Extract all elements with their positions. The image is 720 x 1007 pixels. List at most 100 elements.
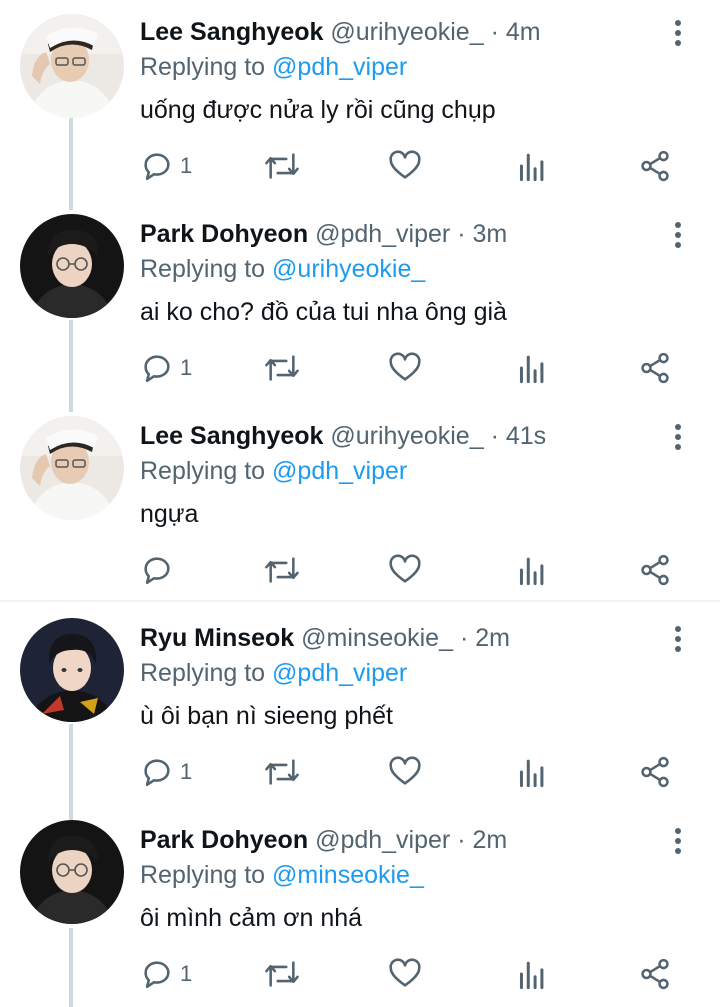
user-handle[interactable]: @urihyeokie_ bbox=[330, 422, 483, 450]
more-options-button[interactable] bbox=[666, 622, 690, 656]
share-button[interactable] bbox=[638, 752, 672, 792]
share-button[interactable] bbox=[638, 146, 672, 186]
analytics-icon bbox=[519, 759, 544, 788]
reply-icon bbox=[144, 961, 170, 989]
analytics-button[interactable] bbox=[516, 348, 546, 388]
separator: · bbox=[490, 422, 499, 450]
avatar[interactable] bbox=[20, 416, 124, 520]
reply-button[interactable]: 1 bbox=[140, 954, 192, 994]
tweet[interactable]: Park Dohyeon @pdh_viper · 3m Replying to… bbox=[0, 202, 720, 402]
retweet-icon bbox=[265, 153, 299, 179]
tweet[interactable]: Ryu Minseok @minseokie_ · 2m Replying to… bbox=[0, 606, 720, 806]
more-options-button[interactable] bbox=[666, 218, 690, 252]
display-name[interactable]: Ryu Minseok bbox=[140, 624, 294, 652]
tweet[interactable]: Lee Sanghyeok @urihyeokie_ · 41s Replyin… bbox=[0, 404, 720, 600]
more-options-button[interactable] bbox=[666, 16, 690, 50]
tweet-header: Lee Sanghyeok @urihyeokie_ · 41s bbox=[140, 418, 546, 454]
like-button[interactable] bbox=[388, 954, 422, 994]
timestamp[interactable]: 4m bbox=[506, 18, 541, 46]
more-vertical-icon bbox=[675, 424, 681, 450]
heart-icon bbox=[389, 352, 421, 381]
separator: · bbox=[457, 220, 466, 248]
retweet-button[interactable] bbox=[262, 348, 302, 388]
mention-link[interactable]: @urihyeokie_ bbox=[272, 255, 425, 283]
separator: · bbox=[490, 18, 499, 46]
like-button[interactable] bbox=[388, 348, 422, 388]
share-button[interactable] bbox=[638, 954, 672, 994]
tweet[interactable]: Lee Sanghyeok @urihyeokie_ · 4m Replying… bbox=[0, 0, 720, 200]
timestamp[interactable]: 2m bbox=[475, 624, 510, 652]
separator: · bbox=[457, 826, 466, 854]
more-vertical-icon bbox=[675, 828, 681, 854]
tweet[interactable]: Park Dohyeon @pdh_viper · 2m Replying to… bbox=[0, 808, 720, 1007]
analytics-icon bbox=[519, 961, 544, 990]
tweet-text: ai ko cho? đồ của tui nha ông già bbox=[140, 298, 507, 326]
timestamp[interactable]: 3m bbox=[472, 220, 507, 248]
display-name[interactable]: Park Dohyeon bbox=[140, 220, 308, 248]
retweet-button[interactable] bbox=[262, 752, 302, 792]
mention-link[interactable]: @minseokie_ bbox=[272, 861, 424, 889]
analytics-button[interactable] bbox=[516, 550, 546, 590]
replying-to-label: Replying to bbox=[140, 255, 266, 283]
replying-to: Replying to @pdh_viper bbox=[140, 50, 407, 84]
tweet-header: Lee Sanghyeok @urihyeokie_ · 4m bbox=[140, 14, 541, 50]
tweet-header: Ryu Minseok @minseokie_ · 2m bbox=[140, 620, 510, 656]
reply-icon bbox=[144, 759, 170, 787]
avatar[interactable] bbox=[20, 14, 124, 118]
reply-count: 1 bbox=[180, 961, 193, 986]
heart-icon bbox=[389, 150, 421, 179]
avatar-photo bbox=[20, 618, 124, 722]
share-button[interactable] bbox=[638, 348, 672, 388]
mention-link[interactable]: @pdh_viper bbox=[272, 659, 407, 687]
tweet-text: ngựa bbox=[140, 500, 199, 528]
avatar[interactable] bbox=[20, 618, 124, 722]
user-handle[interactable]: @urihyeokie_ bbox=[330, 18, 483, 46]
more-options-button[interactable] bbox=[666, 824, 690, 858]
like-button[interactable] bbox=[388, 752, 422, 792]
analytics-button[interactable] bbox=[516, 752, 546, 792]
user-handle[interactable]: @pdh_viper bbox=[315, 220, 450, 248]
mention-link[interactable]: @pdh_viper bbox=[272, 53, 407, 81]
retweet-icon bbox=[265, 961, 299, 987]
like-button[interactable] bbox=[388, 146, 422, 186]
like-button[interactable] bbox=[388, 550, 422, 590]
reply-count: 1 bbox=[180, 153, 193, 178]
analytics-icon bbox=[519, 557, 544, 586]
reply-button[interactable]: 1 bbox=[140, 752, 192, 792]
display-name[interactable]: Lee Sanghyeok bbox=[140, 422, 323, 450]
user-handle[interactable]: @minseokie_ bbox=[301, 624, 453, 652]
avatar-photo bbox=[20, 14, 124, 118]
display-name[interactable]: Lee Sanghyeok bbox=[140, 18, 323, 46]
more-options-button[interactable] bbox=[666, 420, 690, 454]
retweet-button[interactable] bbox=[262, 146, 302, 186]
timestamp[interactable]: 2m bbox=[472, 826, 507, 854]
tweet-text: ù ôi bạn nì sieeng phết bbox=[140, 702, 393, 730]
heart-icon bbox=[389, 756, 421, 785]
more-vertical-icon bbox=[675, 222, 681, 248]
user-handle[interactable]: @pdh_viper bbox=[315, 826, 450, 854]
analytics-button[interactable] bbox=[516, 146, 546, 186]
reply-icon bbox=[144, 153, 170, 181]
timestamp[interactable]: 41s bbox=[506, 422, 546, 450]
reply-button[interactable]: 1 bbox=[140, 348, 192, 388]
heart-icon bbox=[389, 958, 421, 987]
retweet-button[interactable] bbox=[262, 954, 302, 994]
avatar[interactable] bbox=[20, 214, 124, 318]
reply-icon bbox=[144, 557, 170, 585]
thread-divider bbox=[0, 600, 720, 602]
share-button[interactable] bbox=[638, 550, 672, 590]
replying-to: Replying to @urihyeokie_ bbox=[140, 252, 425, 286]
avatar[interactable] bbox=[20, 820, 124, 924]
tweet-header: Park Dohyeon @pdh_viper · 2m bbox=[140, 822, 507, 858]
display-name[interactable]: Park Dohyeon bbox=[140, 826, 308, 854]
separator: · bbox=[459, 624, 469, 652]
heart-icon bbox=[389, 554, 421, 583]
retweet-icon bbox=[265, 759, 299, 785]
avatar-photo bbox=[20, 416, 124, 520]
retweet-button[interactable] bbox=[262, 550, 302, 590]
reply-button[interactable] bbox=[140, 550, 180, 590]
more-vertical-icon bbox=[675, 626, 681, 652]
mention-link[interactable]: @pdh_viper bbox=[272, 457, 407, 485]
reply-button[interactable]: 1 bbox=[140, 146, 192, 186]
analytics-button[interactable] bbox=[516, 954, 546, 994]
